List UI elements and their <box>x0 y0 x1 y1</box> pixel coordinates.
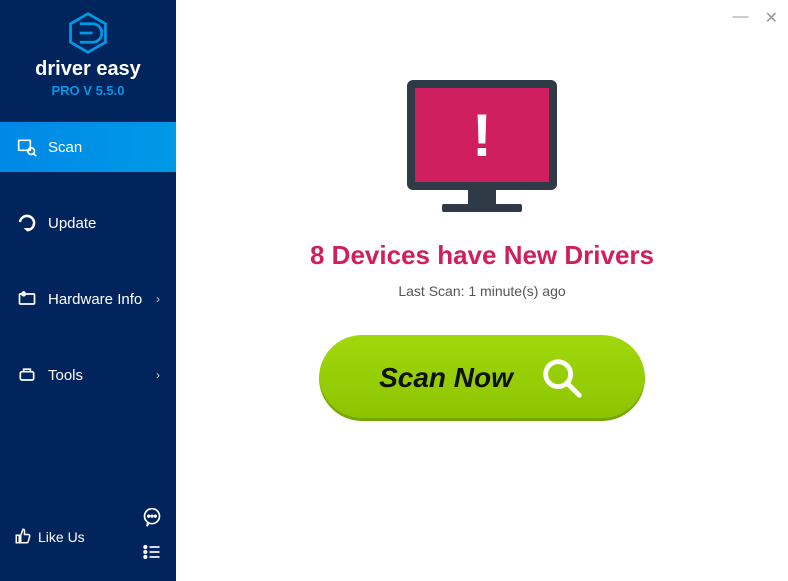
sidebar-item-scan[interactable]: Scan <box>0 122 176 172</box>
sidebar-item-label: Update <box>48 215 96 232</box>
headline: 8 Devices have New Drivers <box>310 240 654 271</box>
like-us-button[interactable]: Like Us <box>14 527 85 548</box>
minimize-button[interactable]: — <box>733 8 749 28</box>
thumbs-up-icon <box>14 527 32 548</box>
sidebar: driver easy PRO V 5.5.0 Scan <box>0 0 176 581</box>
main-content: ! 8 Devices have New Drivers Last Scan: … <box>176 0 788 581</box>
sidebar-item-label: Tools <box>48 367 83 384</box>
logo-icon <box>65 10 111 56</box>
sidebar-item-update[interactable]: Update <box>0 198 176 248</box>
scan-icon <box>16 136 38 158</box>
scan-now-button[interactable]: Scan Now <box>319 335 645 421</box>
brand-name: driver easy <box>0 58 176 81</box>
list-icon[interactable] <box>142 542 162 567</box>
chevron-right-icon: › <box>156 292 160 306</box>
magnifier-icon <box>539 355 585 401</box>
sidebar-item-label: Scan <box>48 139 82 156</box>
logo-block: driver easy PRO V 5.5.0 <box>0 0 176 108</box>
tools-icon <box>16 364 38 386</box>
hardware-info-icon: i <box>16 288 38 310</box>
sidebar-item-tools[interactable]: Tools › <box>0 350 176 400</box>
update-icon <box>16 212 38 234</box>
last-scan-text: Last Scan: 1 minute(s) ago <box>398 283 565 299</box>
chevron-right-icon: › <box>156 368 160 382</box>
sidebar-item-hardware-info[interactable]: i Hardware Info › <box>0 274 176 324</box>
monitor-base <box>442 204 522 212</box>
sidebar-item-label: Hardware Info <box>48 291 142 308</box>
like-us-label: Like Us <box>38 529 85 545</box>
close-button[interactable]: ✕ <box>765 8 778 28</box>
scan-now-label: Scan Now <box>379 362 513 394</box>
alert-mark: ! <box>472 101 492 170</box>
monitor-graphic: ! <box>407 80 557 212</box>
chat-icon[interactable] <box>142 507 162 532</box>
alert-screen: ! <box>407 80 557 190</box>
svg-text:i: i <box>23 292 24 297</box>
monitor-stand <box>468 190 496 204</box>
version-label: PRO V 5.5.0 <box>0 83 176 98</box>
nav: Scan Update i <box>0 122 176 426</box>
